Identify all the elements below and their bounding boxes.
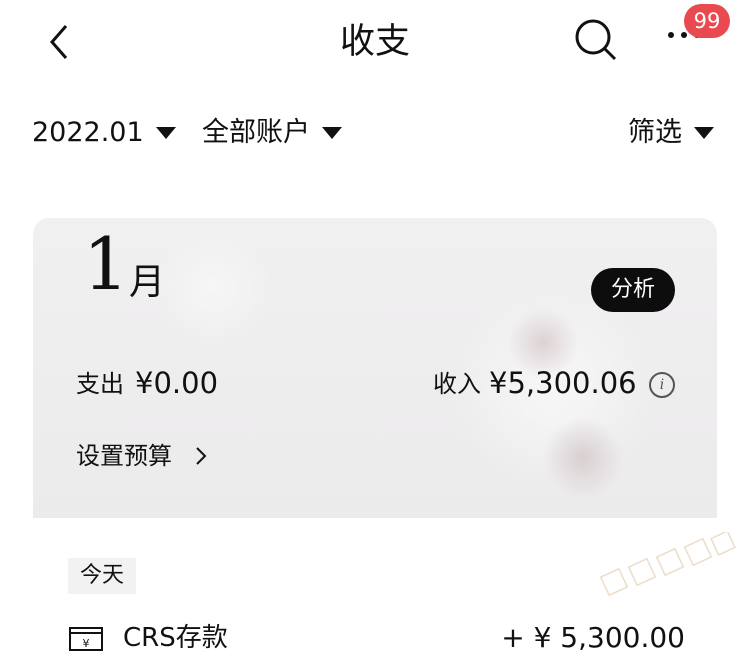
notification-badge: 99 xyxy=(684,4,730,38)
chevron-down-icon xyxy=(694,127,714,139)
month-number: 1 xyxy=(83,222,129,306)
date-group-label: 今天 xyxy=(68,558,136,594)
info-icon[interactable]: i xyxy=(649,372,675,398)
watermark-icon xyxy=(599,532,736,597)
transaction-amount: + ¥ 5,300.00 xyxy=(501,621,685,654)
transaction-name[interactable]: CRS存款 xyxy=(123,616,228,660)
background-decoration xyxy=(153,228,273,348)
search-icon[interactable] xyxy=(570,14,622,66)
svg-text:¥: ¥ xyxy=(83,637,90,650)
cash-icon: ¥ xyxy=(69,627,103,651)
expense-value: ¥0.00 xyxy=(135,366,219,400)
account-label: 全部账户 xyxy=(202,117,310,148)
top-nav-bar: 收支 99 xyxy=(0,0,750,90)
page-title: 收支 xyxy=(339,22,410,62)
chevron-right-icon[interactable] xyxy=(191,446,211,466)
background-decoration xyxy=(543,418,623,498)
analyze-button[interactable]: 分析 xyxy=(591,268,675,312)
filter-bar: 2022.01 全部账户 筛选 xyxy=(0,108,750,158)
filter-label: 筛选 xyxy=(628,117,682,148)
account-dropdown[interactable]: 全部账户 xyxy=(202,108,342,158)
expense-label: 支出 xyxy=(76,370,124,398)
period-label: 2022.01 xyxy=(32,117,144,148)
filter-dropdown[interactable]: 筛选 xyxy=(628,108,714,158)
income-value: ¥5,300.06 xyxy=(489,366,637,400)
chevron-down-icon xyxy=(322,127,342,139)
set-budget-link[interactable]: 设置预算 xyxy=(76,436,172,476)
income-label: 收入 xyxy=(433,370,481,398)
period-dropdown[interactable]: 2022.01 xyxy=(32,108,176,158)
chevron-down-icon xyxy=(155,127,176,139)
month-suffix: 月 xyxy=(129,262,166,303)
month-summary-card: 1 月 分析 支出 ¥0.00 收入 ¥5,300.06 i 设置预算 xyxy=(33,218,717,518)
